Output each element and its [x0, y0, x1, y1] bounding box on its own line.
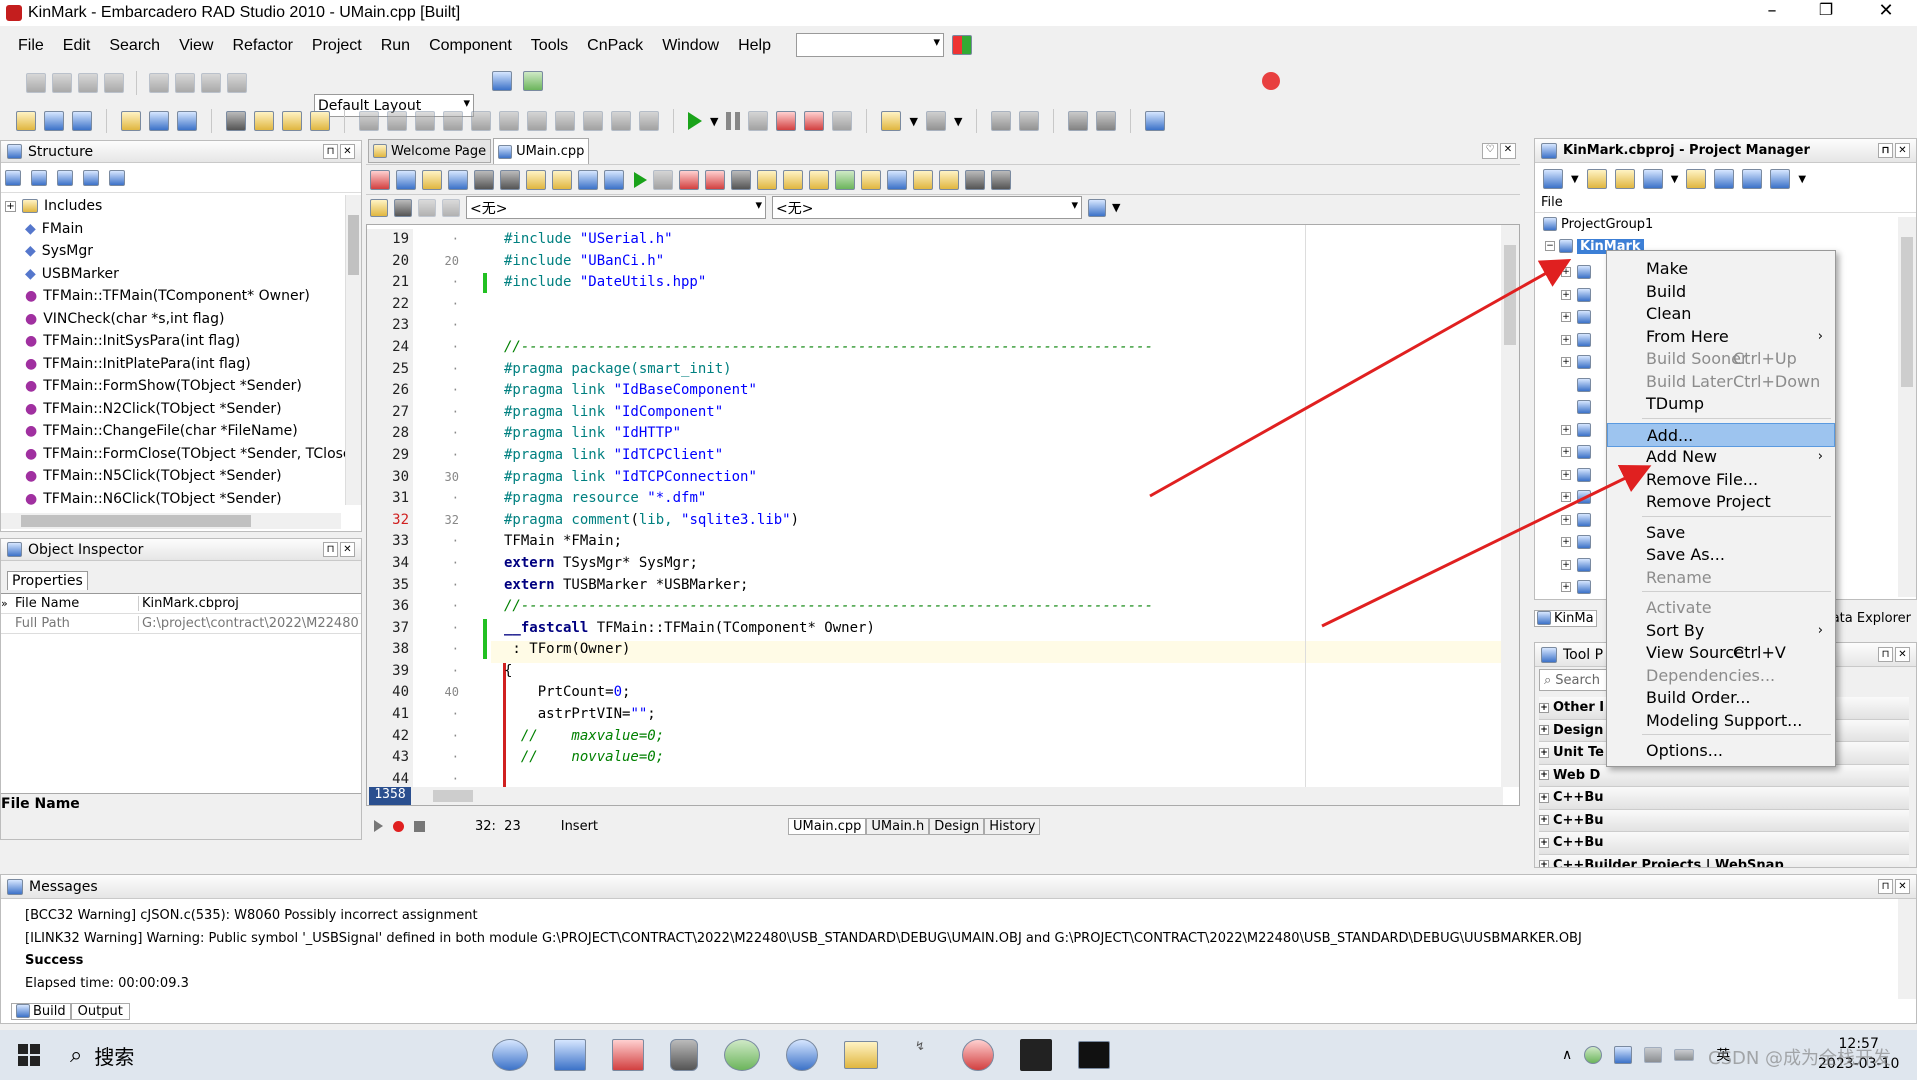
windows-start-icon[interactable]	[18, 1044, 40, 1066]
taskbar-search[interactable]: ⌕ 搜索	[70, 1041, 134, 1070]
search-app-icon[interactable]	[492, 1039, 528, 1071]
message-line[interactable]: [ILINK32 Warning] Warning: Public symbol…	[25, 928, 1582, 951]
messages-header: Messages ⊓ ✕	[1, 875, 1916, 899]
cpp-builder-icon[interactable]	[554, 1039, 586, 1071]
tab-build[interactable]: Build	[11, 1002, 71, 1020]
search-icon: ⌕	[70, 1042, 83, 1068]
taskbar: ⌕ 搜索 ↯ ∧ 英 12:57 2023-03-10 CSDN @成为全栈开发	[0, 1030, 1917, 1080]
tray-wechat-icon[interactable]	[1584, 1046, 1603, 1064]
csdn-watermark: CSDN @成为全栈开发	[1708, 1048, 1892, 1069]
tray-display-icon[interactable]	[1644, 1047, 1663, 1063]
build-tab-icon	[16, 1004, 30, 1018]
terminal-icon[interactable]	[1078, 1041, 1110, 1069]
message-line[interactable]: Elapsed time: 00:00:09.3	[25, 973, 1582, 996]
database-icon[interactable]	[670, 1039, 698, 1071]
tab-output[interactable]: Output	[70, 1002, 130, 1020]
wechat-icon[interactable]	[724, 1039, 760, 1071]
wps-icon[interactable]	[1020, 1039, 1052, 1071]
tray-battery-icon[interactable]	[1674, 1049, 1695, 1061]
messages-panel: Messages ⊓ ✕ [BCC32 Warning] cJSON.c(535)…	[0, 874, 1917, 1024]
edge-icon[interactable]	[786, 1039, 818, 1071]
messages-icon	[7, 878, 23, 895]
pin-icon[interactable]: ⊓	[1878, 879, 1893, 894]
taskbar-apps: ↯	[492, 1039, 1110, 1071]
tray-app-icon[interactable]	[1614, 1046, 1633, 1064]
messages-list: [BCC32 Warning] cJSON.c(535): W8060 Poss…	[25, 905, 1582, 995]
message-line[interactable]: [BCC32 Warning] cJSON.c(535): W8060 Poss…	[25, 905, 1582, 928]
tray-expand-icon[interactable]: ∧	[1562, 1047, 1572, 1063]
misc-app-icon[interactable]: ↯	[904, 1039, 936, 1071]
panel-close-icon[interactable]: ✕	[1895, 879, 1910, 894]
access-icon[interactable]	[612, 1039, 644, 1071]
message-line[interactable]: Success	[25, 950, 1582, 973]
system-tray: ∧ 英	[1562, 1045, 1730, 1065]
file-explorer-icon[interactable]	[844, 1041, 878, 1069]
arrow-to-add-item	[1321, 465, 1652, 628]
rad-studio-icon[interactable]	[962, 1039, 994, 1071]
messages-tabs: Build Output	[11, 999, 130, 1023]
arrow-to-project-node	[1149, 259, 1572, 498]
messages-vscrollbar[interactable]	[1898, 899, 1916, 999]
